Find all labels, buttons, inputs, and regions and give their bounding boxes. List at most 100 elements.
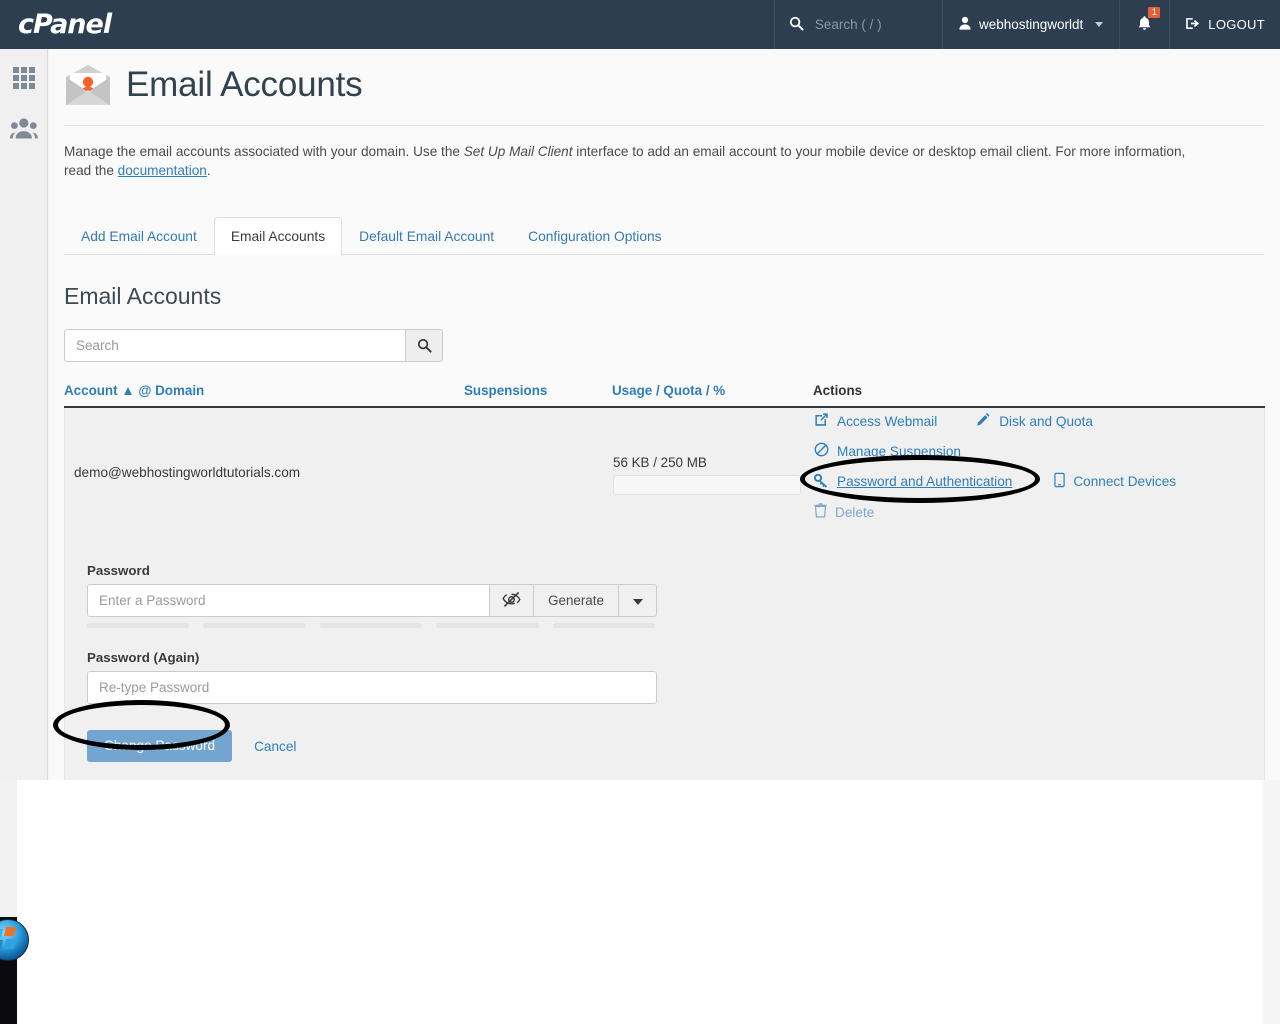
blank-overlay-area — [17, 780, 1263, 1024]
description-emphasis: Set Up Mail Client — [464, 144, 573, 159]
table-search-row: Search — [64, 329, 1280, 362]
desktop-left-strip — [0, 780, 17, 917]
change-password-button[interactable]: Change Password — [87, 730, 232, 762]
apps-grid-icon — [12, 66, 36, 90]
column-header-actions: Actions — [813, 383, 862, 398]
sidebar-item-user-manager[interactable] — [9, 113, 39, 143]
documentation-link[interactable]: documentation — [118, 163, 207, 178]
column-header-percent-label: % — [713, 383, 725, 398]
column-header-account-label: Account — [64, 383, 118, 398]
usage-separator-2: / — [706, 383, 710, 398]
strength-segment — [553, 623, 655, 628]
main-content: Email Accounts Manage the email accounts… — [49, 49, 1280, 780]
cell-usage: 56 KB / 250 MB — [613, 451, 814, 495]
ban-icon — [814, 442, 829, 460]
caret-down-icon — [633, 593, 643, 608]
eye-slash-icon — [502, 591, 521, 611]
toggle-password-visibility-button[interactable] — [490, 584, 534, 617]
page-title: Email Accounts — [126, 65, 362, 105]
at-symbol: @ — [138, 383, 151, 398]
user-menu[interactable]: webhostingworldt — [942, 0, 1119, 49]
table-header: Account ▲ @ Domain Suspensions Usage / Q… — [64, 383, 1265, 408]
action-connect-devices-label: Connect Devices — [1073, 474, 1176, 489]
actions-line-4: Delete — [814, 503, 1256, 521]
logout-icon — [1185, 16, 1201, 34]
password-input-group: Enter a Password Generate — [87, 584, 657, 617]
column-header-account[interactable]: Account ▲ @ Domain — [64, 383, 464, 398]
table-row: demo@webhostingworldtutorials.com 56 KB … — [64, 408, 1265, 780]
column-header-domain-label: Domain — [155, 383, 204, 398]
table-search-input[interactable]: Search — [64, 329, 406, 362]
tab-email-accounts[interactable]: Email Accounts — [214, 217, 342, 255]
action-disk-and-quota[interactable]: Disk and Quota — [976, 412, 1093, 430]
tab-default-email-account[interactable]: Default Email Account — [342, 217, 511, 255]
user-menu-label: webhostingworldt — [979, 17, 1083, 32]
global-search-placeholder: Search ( / ) — [815, 17, 882, 32]
trash-icon — [814, 503, 827, 521]
notifications-button[interactable]: 1 — [1119, 0, 1169, 49]
action-manage-suspension[interactable]: Manage Suspension — [814, 442, 961, 460]
external-link-icon — [814, 412, 829, 430]
table-row-summary: demo@webhostingworldtutorials.com 56 KB … — [65, 408, 1264, 533]
password-again-placeholder: Re-type Password — [99, 680, 209, 695]
action-disk-and-quota-label: Disk and Quota — [999, 414, 1093, 429]
cell-actions: Access Webmail Disk and Quota — [814, 412, 1264, 533]
column-header-quota-label: Quota — [663, 383, 702, 398]
notifications-badge: 1 — [1148, 7, 1160, 18]
table-search-placeholder: Search — [76, 338, 119, 353]
column-header-suspensions[interactable]: Suspensions — [464, 383, 612, 398]
usage-progress-bar — [613, 475, 801, 495]
search-icon — [417, 338, 432, 353]
logout-label: LOGOUT — [1208, 17, 1265, 32]
logout-button[interactable]: LOGOUT — [1169, 0, 1280, 49]
password-label: Password — [87, 563, 1264, 578]
user-icon — [959, 16, 971, 33]
left-sidebar — [0, 49, 48, 780]
sort-ascending-icon: ▲ — [121, 383, 134, 398]
form-button-row: Change Password Cancel — [87, 730, 1264, 762]
chevron-down-icon — [1095, 22, 1103, 27]
action-access-webmail[interactable]: Access Webmail — [814, 412, 937, 430]
description-text-3: . — [207, 163, 211, 178]
cpanel-logo-text: cPanel — [18, 9, 111, 40]
global-search[interactable]: Search ( / ) — [774, 0, 942, 49]
cpanel-logo[interactable]: cPanel — [0, 0, 774, 49]
actions-line-1: Access Webmail Disk and Quota — [814, 412, 1256, 430]
header-divider — [64, 125, 1264, 126]
column-header-usage[interactable]: Usage / Quota / % — [612, 383, 813, 398]
tab-bar: Add Email Account Email Accounts Default… — [64, 217, 1264, 255]
sidebar-item-apps[interactable] — [9, 63, 39, 93]
table-search-button[interactable] — [406, 329, 443, 362]
usage-separator-1: / — [656, 383, 660, 398]
password-again-label: Password (Again) — [87, 650, 1264, 665]
action-password-and-authentication-label: Password and Authentication — [837, 474, 1012, 489]
app-screen: cPanel Search ( / ) webhostingworldt 1 — [0, 0, 1280, 1024]
action-access-webmail-label: Access Webmail — [837, 414, 937, 429]
email-accounts-icon — [64, 63, 112, 107]
orb-pane — [4, 927, 16, 936]
password-again-input[interactable]: Re-type Password — [87, 671, 657, 704]
password-input[interactable]: Enter a Password — [87, 584, 490, 617]
key-icon — [814, 473, 829, 491]
action-password-and-authentication[interactable]: Password and Authentication — [814, 473, 1012, 491]
actions-line-2: Manage Suspension — [814, 442, 1256, 460]
password-strength-meter — [87, 623, 655, 628]
tab-add-email-account[interactable]: Add Email Account — [64, 217, 214, 255]
search-icon — [789, 16, 804, 34]
orb-pane — [0, 929, 3, 937]
mobile-device-icon — [1054, 472, 1065, 491]
tab-configuration-options[interactable]: Configuration Options — [511, 217, 678, 255]
action-delete[interactable]: Delete — [814, 503, 874, 521]
action-connect-devices[interactable]: Connect Devices — [1054, 472, 1176, 491]
action-delete-label: Delete — [835, 505, 874, 520]
password-placeholder: Enter a Password — [99, 593, 206, 608]
generate-password-button[interactable]: Generate — [534, 584, 619, 617]
actions-line-3: Password and Authentication Connect Devi… — [814, 472, 1256, 491]
description-text-1: Manage the email accounts associated wit… — [64, 144, 464, 159]
action-manage-suspension-label: Manage Suspension — [837, 444, 961, 459]
cancel-button[interactable]: Cancel — [254, 739, 296, 754]
generate-options-dropdown-button[interactable] — [619, 584, 657, 617]
strength-segment — [436, 623, 538, 628]
strength-segment — [87, 623, 189, 628]
usage-label: 56 KB / 250 MB — [613, 455, 814, 470]
